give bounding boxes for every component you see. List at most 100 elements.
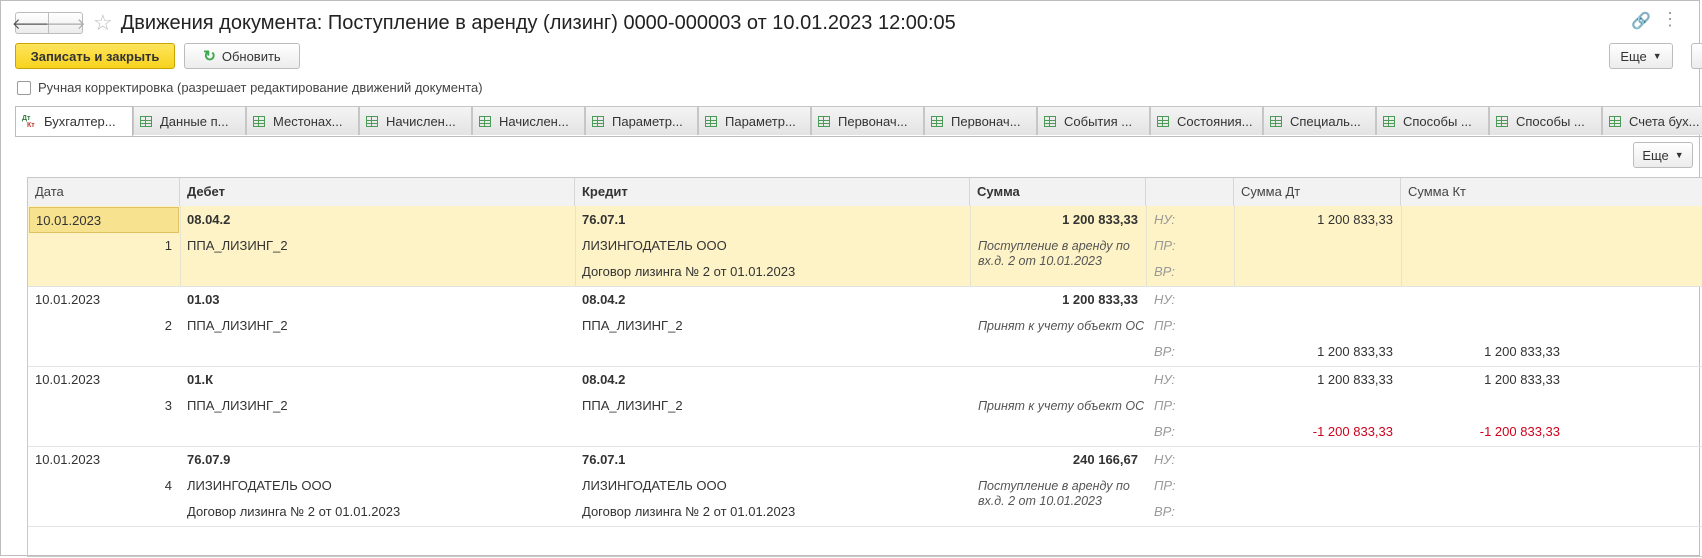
nu-sum-dt[interactable]: 1 200 833,33 — [1234, 367, 1393, 393]
pr-label[interactable]: ПР: — [1154, 313, 1224, 339]
debit-account[interactable]: 76.07.9 — [187, 447, 567, 473]
extra-button[interactable] — [1691, 43, 1702, 69]
content-cell[interactable]: Поступление в аренду по вх.д. 2 от 10.01… — [978, 479, 1138, 509]
credit-subconto-2[interactable] — [582, 419, 962, 445]
date-cell[interactable]: 10.01.2023 — [29, 447, 179, 473]
credit-subconto-1[interactable]: ЛИЗИНГОДАТЕЛЬ ООО — [582, 473, 962, 499]
pr-sum-kt[interactable] — [1401, 313, 1560, 339]
table-more-button[interactable]: Еще ▼ — [1633, 142, 1693, 168]
vr-sum-dt[interactable] — [1234, 259, 1393, 285]
credit-account[interactable]: 76.07.1 — [582, 207, 962, 233]
tab-13[interactable]: Способы ... — [1489, 106, 1602, 135]
credit-subconto-1[interactable]: ППА_ЛИЗИНГ_2 — [582, 393, 962, 419]
vr-label[interactable]: ВР: — [1154, 339, 1224, 365]
save-and-close-button[interactable]: Записать и закрыть — [15, 43, 175, 69]
nu-sum-dt[interactable]: 1 200 833,33 — [1234, 207, 1393, 233]
nu-sum-kt[interactable] — [1401, 287, 1560, 313]
credit-account[interactable]: 08.04.2 — [582, 367, 962, 393]
nu-label[interactable]: НУ: — [1154, 207, 1224, 233]
vr-sum-dt[interactable] — [1234, 499, 1393, 525]
tab-1[interactable]: Данные п... — [133, 106, 246, 135]
vr-sum-kt[interactable]: -1 200 833,33 — [1401, 419, 1560, 445]
debit-subconto-1[interactable]: ППА_ЛИЗИНГ_2 — [187, 313, 567, 339]
tab-3[interactable]: Начислен... — [359, 106, 472, 135]
debit-subconto-2[interactable]: Договор лизинга № 2 от 01.01.2023 — [187, 499, 567, 525]
debit-account[interactable]: 01.03 — [187, 287, 567, 313]
pr-sum-dt[interactable] — [1234, 313, 1393, 339]
pr-sum-kt[interactable] — [1401, 393, 1560, 419]
tab-6[interactable]: Параметр... — [698, 106, 811, 135]
content-cell[interactable]: Принят к учету объект ОС — [978, 319, 1144, 334]
sum-cell[interactable]: 240 166,67 — [970, 447, 1138, 473]
tab-9[interactable]: События ... — [1037, 106, 1150, 135]
more-button[interactable]: Еще ▼ — [1609, 43, 1673, 69]
manual-correction-checkbox[interactable] — [17, 80, 31, 95]
vr-label[interactable]: ВР: — [1154, 259, 1224, 285]
debit-subconto-1[interactable]: ЛИЗИНГОДАТЕЛЬ ООО — [187, 473, 567, 499]
link-icon[interactable]: 🔗 — [1631, 11, 1651, 31]
sum-cell[interactable] — [970, 367, 1138, 393]
vr-sum-kt[interactable] — [1401, 259, 1560, 285]
credit-subconto-2[interactable] — [582, 339, 962, 365]
nu-sum-kt[interactable] — [1401, 447, 1560, 473]
vr-sum-kt[interactable] — [1401, 499, 1560, 525]
vr-sum-dt[interactable]: 1 200 833,33 — [1234, 339, 1393, 365]
date-cell[interactable]: 10.01.2023 — [29, 367, 179, 393]
nu-label[interactable]: НУ: — [1154, 447, 1224, 473]
line-number[interactable]: 2 — [28, 313, 172, 339]
star-icon[interactable]: ☆ — [93, 12, 113, 34]
nu-sum-kt[interactable] — [1401, 207, 1560, 233]
vr-label[interactable]: ВР: — [1154, 499, 1224, 525]
vr-sum-kt[interactable]: 1 200 833,33 — [1401, 339, 1560, 365]
line-number[interactable]: 3 — [28, 393, 172, 419]
credit-subconto-2[interactable]: Договор лизинга № 2 от 01.01.2023 — [582, 499, 962, 525]
debit-account[interactable]: 01.К — [187, 367, 567, 393]
tab-0[interactable]: Дт Кт Бухгалтер... — [15, 106, 133, 136]
tab-7[interactable]: Первонач... — [811, 106, 924, 135]
debit-account[interactable]: 08.04.2 — [187, 207, 567, 233]
tab-12[interactable]: Способы ... — [1376, 106, 1489, 135]
pr-label[interactable]: ПР: — [1154, 233, 1224, 259]
manual-correction-row[interactable]: Ручная корректировка (разрешает редактир… — [17, 80, 483, 95]
header-sum-dt[interactable]: Сумма Дт — [1234, 178, 1401, 206]
credit-account[interactable]: 76.07.1 — [582, 447, 962, 473]
tab-5[interactable]: Параметр... — [585, 106, 698, 135]
forward-button[interactable]: 🡒 — [45, 12, 86, 34]
tab-14[interactable]: Счета бух... — [1602, 106, 1702, 135]
credit-subconto-1[interactable]: ЛИЗИНГОДАТЕЛЬ ООО — [582, 233, 962, 259]
content-cell[interactable]: Принят к учету объект ОС — [978, 399, 1144, 414]
pr-sum-dt[interactable] — [1234, 473, 1393, 499]
nu-sum-kt[interactable]: 1 200 833,33 — [1401, 367, 1560, 393]
vr-sum-dt[interactable]: -1 200 833,33 — [1234, 419, 1393, 445]
nu-label[interactable]: НУ: — [1154, 367, 1224, 393]
content-cell[interactable]: Поступление в аренду по вх.д. 2 от 10.01… — [978, 239, 1138, 269]
pr-sum-kt[interactable] — [1401, 233, 1560, 259]
more-vertical-icon[interactable]: ⋮ — [1661, 9, 1679, 30]
table-row[interactable]: 10.01.2023 3 01.К ППА_ЛИЗИНГ_2 08.04.2 ППА_ЛИ… — [28, 366, 1702, 447]
table-row[interactable]: 10.01.2023 2 01.03 ППА_ЛИЗИНГ_2 08.04.2 ППА_Л… — [28, 286, 1702, 367]
debit-subconto-2[interactable] — [187, 339, 567, 365]
date-cell[interactable]: 10.01.2023 — [29, 207, 179, 233]
pr-sum-kt[interactable] — [1401, 473, 1560, 499]
tab-8[interactable]: Первонач... — [924, 106, 1037, 135]
pr-sum-dt[interactable] — [1234, 233, 1393, 259]
tab-4[interactable]: Начислен... — [472, 106, 585, 135]
accounting-entries-table[interactable]: Дата Дебет Кредит Сумма Сумма Дт Сумма К… — [27, 177, 1702, 557]
nu-label[interactable]: НУ: — [1154, 287, 1224, 313]
back-button[interactable]: 🡐 — [12, 12, 52, 34]
header-blank[interactable] — [1146, 178, 1234, 206]
table-row[interactable]: 10.01.2023 1 08.04.2 ППА_ЛИЗИНГ_2 76.07.1 ЛИЗ… — [28, 206, 1702, 287]
header-credit[interactable]: Кредит — [575, 178, 970, 206]
debit-subconto-1[interactable]: ППА_ЛИЗИНГ_2 — [187, 393, 567, 419]
header-sum-kt[interactable]: Сумма Кт — [1401, 178, 1568, 206]
credit-account[interactable]: 08.04.2 — [582, 287, 962, 313]
debit-subconto-2[interactable] — [187, 259, 567, 285]
credit-subconto-1[interactable]: ППА_ЛИЗИНГ_2 — [582, 313, 962, 339]
nu-sum-dt[interactable] — [1234, 447, 1393, 473]
line-number[interactable]: 4 — [28, 473, 172, 499]
header-date[interactable]: Дата — [28, 178, 180, 206]
vr-label[interactable]: ВР: — [1154, 419, 1224, 445]
debit-subconto-2[interactable] — [187, 419, 567, 445]
pr-sum-dt[interactable] — [1234, 393, 1393, 419]
tab-11[interactable]: Специаль... — [1263, 106, 1376, 135]
